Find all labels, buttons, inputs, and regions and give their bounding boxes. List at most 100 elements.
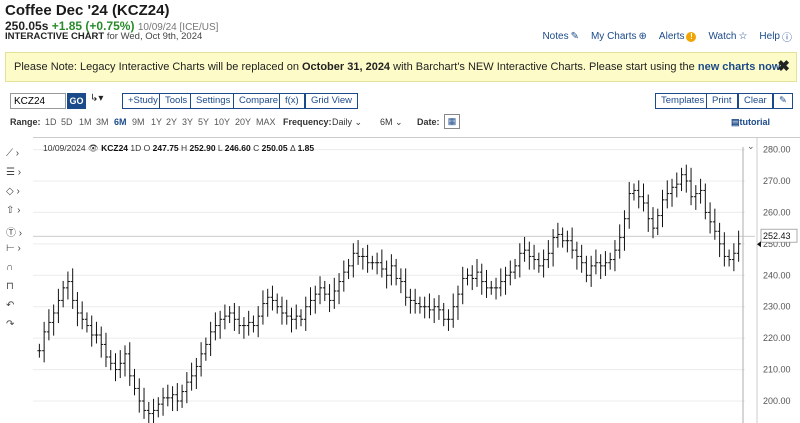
ohlc-bar bbox=[603, 251, 608, 276]
ohlc-bar bbox=[646, 194, 651, 232]
ohlc-bar bbox=[674, 172, 679, 198]
calendar-icon[interactable]: ▦ bbox=[444, 114, 460, 129]
range-label: Range: bbox=[10, 117, 41, 127]
period-dropdown[interactable]: 6M ⌄ bbox=[380, 117, 403, 128]
ohlc-bar bbox=[241, 317, 246, 339]
ohlc-bar bbox=[403, 268, 408, 306]
ohlc-bar bbox=[127, 342, 132, 386]
ohlc-bar bbox=[299, 309, 303, 327]
ohlc-bar bbox=[565, 230, 570, 253]
ohlc-bar bbox=[589, 255, 594, 287]
ohlc-bar bbox=[541, 249, 546, 278]
help-link[interactable]: Help ⓘ bbox=[759, 29, 792, 44]
drawing-dropdown[interactable]: ↳▾ bbox=[90, 93, 103, 104]
grid-view-button[interactable]: Grid View bbox=[305, 93, 359, 109]
ohlc-bar bbox=[142, 387, 147, 419]
ohlc-bar bbox=[689, 167, 694, 206]
range-option[interactable]: 10Y bbox=[214, 117, 230, 127]
lock-icon[interactable]: ⊓ bbox=[6, 281, 28, 295]
range-option[interactable]: 2Y bbox=[166, 117, 177, 127]
ohlc-bar bbox=[265, 288, 270, 317]
ohlc-bar bbox=[517, 243, 522, 278]
shape-tool-icon[interactable]: ◇ › bbox=[6, 186, 28, 200]
ohlc-bar bbox=[370, 255, 375, 270]
ohlc-bar bbox=[94, 321, 99, 344]
range-option[interactable]: 3Y bbox=[182, 117, 193, 127]
function-button[interactable]: f(x) bbox=[279, 93, 305, 109]
range-option[interactable]: 3M bbox=[96, 117, 109, 127]
ohlc-bar bbox=[322, 280, 327, 302]
clear-button[interactable]: Clear bbox=[738, 93, 773, 109]
fib-tool-icon[interactable]: ☰ › bbox=[6, 167, 28, 181]
range-option[interactable]: 5Y bbox=[198, 117, 209, 127]
go-button[interactable]: GO bbox=[67, 93, 86, 109]
ohlc-bar bbox=[479, 263, 484, 295]
measure-tool-icon[interactable]: ⊢ › bbox=[6, 243, 28, 257]
close-icon[interactable]: ✖ bbox=[777, 53, 790, 81]
ohlc-bar bbox=[703, 183, 708, 220]
new-charts-link[interactable]: new charts now bbox=[698, 61, 781, 73]
ohlc-bar bbox=[708, 202, 713, 234]
ohlc-bar bbox=[651, 207, 655, 239]
ohlc-bar bbox=[303, 296, 308, 331]
ohlc-bar bbox=[137, 378, 142, 413]
range-option[interactable]: 5D bbox=[61, 117, 73, 127]
arrow-tool-icon[interactable]: ⇧ › bbox=[6, 205, 28, 219]
date-label: Date: bbox=[417, 117, 440, 127]
range-option[interactable]: 1D bbox=[45, 117, 57, 127]
tools-button[interactable]: Tools bbox=[159, 93, 194, 109]
price-marker-icon bbox=[757, 241, 761, 248]
frequency-value: Daily bbox=[332, 117, 353, 127]
ohlc-bar bbox=[151, 398, 156, 423]
ohlc-bar bbox=[99, 326, 104, 358]
ohlc-bar bbox=[161, 387, 166, 416]
ohlc-bar bbox=[636, 180, 641, 209]
watch-link[interactable]: Watch ☆ bbox=[708, 29, 747, 44]
ohlc-bar bbox=[175, 383, 180, 412]
notes-link[interactable]: Notes ✎ bbox=[542, 29, 579, 44]
tutorial-link[interactable]: ▤tutorial bbox=[731, 117, 770, 128]
range-option[interactable]: 9M bbox=[132, 117, 145, 127]
range-option[interactable]: 20Y bbox=[235, 117, 251, 127]
range-option[interactable]: 1M bbox=[79, 117, 92, 127]
pen-icon[interactable]: ✎ bbox=[773, 93, 793, 109]
alerts-link[interactable]: Alerts! bbox=[659, 29, 697, 44]
legend-low: 246.60 bbox=[224, 143, 251, 153]
templates-button[interactable]: Templates bbox=[655, 93, 711, 109]
redo-icon[interactable]: ↷ bbox=[6, 319, 28, 333]
ohlc-bar bbox=[736, 230, 741, 262]
symbol-input[interactable] bbox=[10, 93, 66, 109]
compare-button[interactable]: Compare bbox=[233, 93, 285, 109]
trendline-tool-icon[interactable]: ⟋ › bbox=[6, 148, 28, 162]
settings-button[interactable]: Settings bbox=[190, 93, 237, 109]
ohlc-bar bbox=[61, 280, 66, 308]
ohlc-bar bbox=[318, 276, 323, 305]
ohlc-bar bbox=[427, 293, 432, 319]
y-tick-label: 210.00 bbox=[763, 365, 791, 375]
legend-interval: 1D bbox=[130, 143, 142, 153]
chart-subtitle: INTERACTIVE CHART for Wed, Oct 9th, 2024 bbox=[5, 31, 202, 42]
notes-label: Notes bbox=[542, 31, 569, 42]
range-option[interactable]: MAX bbox=[256, 117, 276, 127]
ohlc-bar bbox=[641, 183, 646, 212]
range-option-selected[interactable]: 6M bbox=[114, 117, 127, 127]
my-charts-link[interactable]: My Charts ⊕ bbox=[591, 29, 647, 44]
add-study-button[interactable]: +Study bbox=[122, 93, 164, 109]
price-chart[interactable]: 200.00210.00220.00230.00240.00250.00260.… bbox=[33, 137, 800, 423]
undo-icon[interactable]: ↶ bbox=[6, 300, 28, 314]
frequency-label: Frequency: bbox=[283, 117, 332, 127]
ohlc-bar bbox=[80, 301, 85, 330]
ohlc-bar bbox=[532, 244, 537, 270]
ohlc-bar bbox=[375, 252, 380, 275]
range-option[interactable]: 1Y bbox=[151, 117, 162, 127]
text-tool-icon[interactable]: Ⓣ › bbox=[6, 224, 28, 239]
subtitle-rest: for Wed, Oct 9th, 2024 bbox=[106, 31, 203, 42]
ohlc-bar bbox=[84, 312, 89, 333]
eye-icon[interactable]: 👁 bbox=[88, 143, 99, 153]
ohlc-bar bbox=[508, 260, 513, 286]
magnet-icon[interactable]: ∩ bbox=[6, 262, 28, 276]
frequency-dropdown[interactable]: Daily ⌄ bbox=[332, 117, 362, 128]
ohlc-bar bbox=[113, 353, 118, 382]
ohlc-bar bbox=[413, 288, 418, 314]
print-button[interactable]: Print bbox=[706, 93, 738, 109]
